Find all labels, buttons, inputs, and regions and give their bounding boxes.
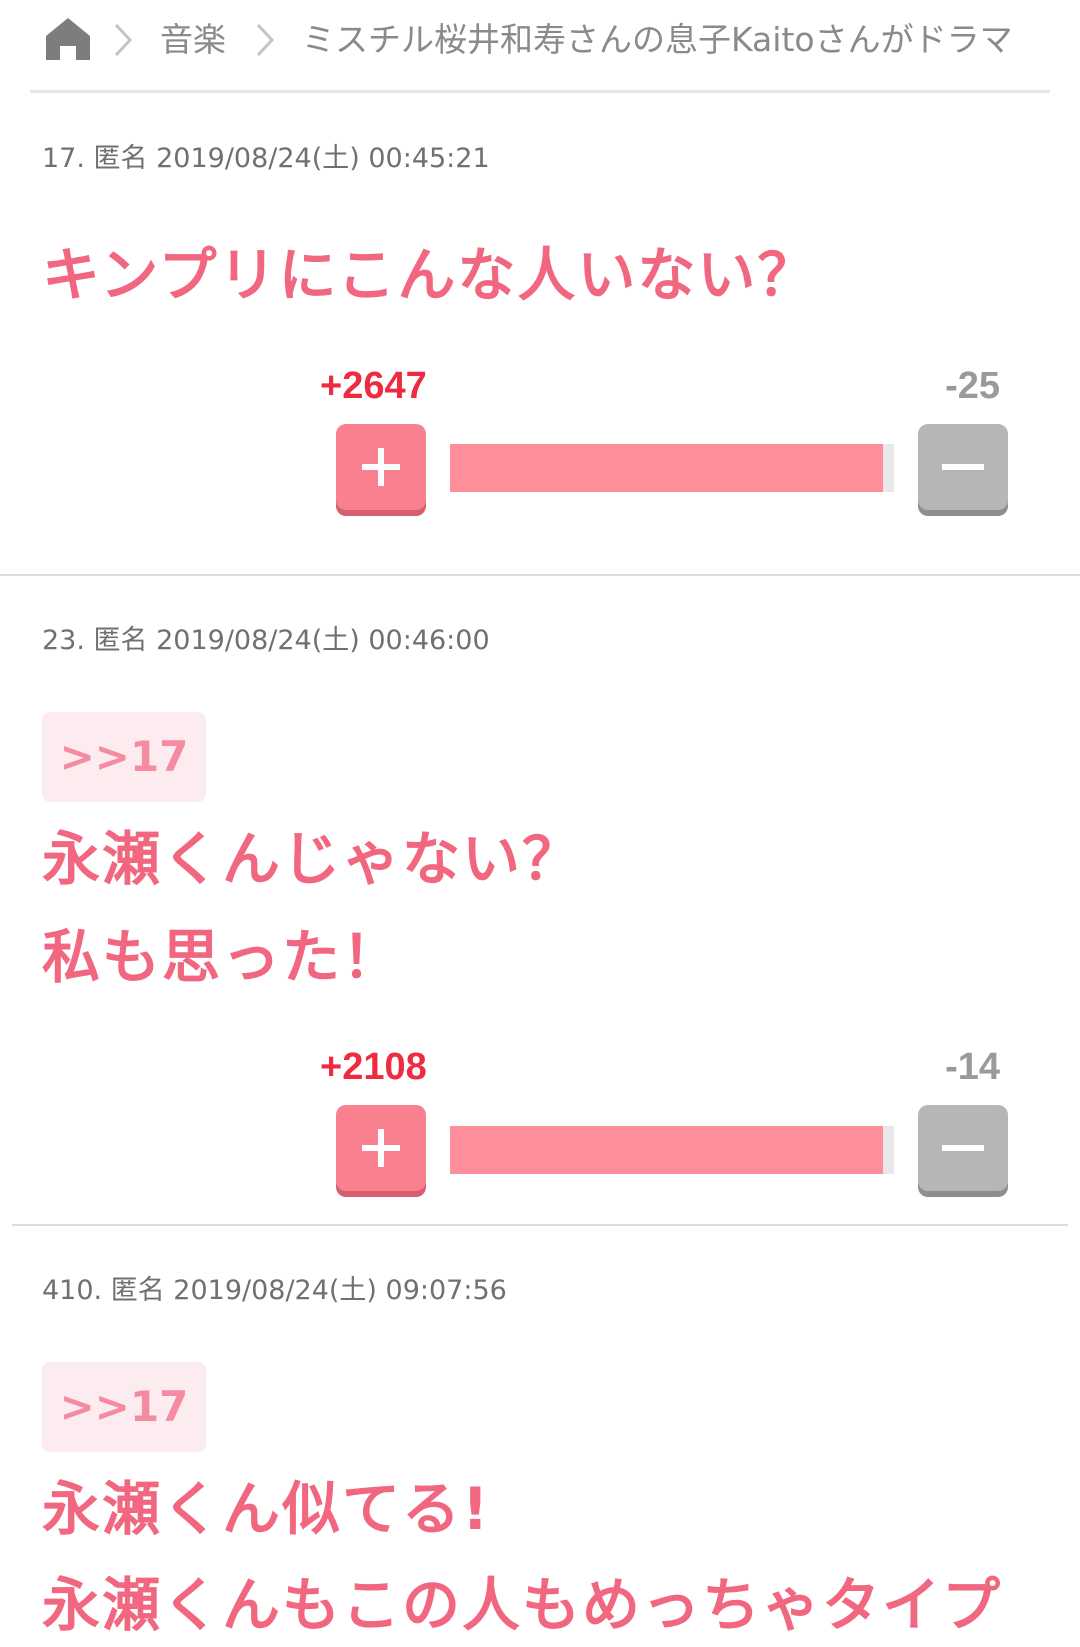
vote-ratio-bar — [450, 444, 894, 492]
comment-body-line: 永瀬くん似てる! — [42, 1475, 491, 1543]
reply-anchor-link[interactable]: >>17 — [42, 712, 206, 802]
breadcrumb: 音楽 ミスチル桜井和寿さんの息子Kaitoさんがドラマ — [0, 0, 1080, 93]
breadcrumb-topic-title[interactable]: ミスチル桜井和寿さんの息子Kaitoさんがドラマ — [302, 16, 1050, 64]
comment-divider — [0, 574, 1080, 576]
breadcrumb-category[interactable]: 音楽 — [160, 16, 226, 64]
comment-meta: 410. 匿名 2019/08/24(土) 09:07:56 — [42, 1275, 507, 1306]
comment-body-line: 永瀬くんもこの人もめっちゃタイプ — [42, 1571, 1003, 1639]
plus-count: +2108 — [320, 1046, 427, 1088]
reply-anchor-link[interactable]: >>17 — [42, 1362, 206, 1452]
comment-body-line: キンプリにこんな人いない？ — [42, 241, 818, 309]
vote-ratio-fill — [450, 444, 883, 492]
comment-divider — [12, 1224, 1068, 1226]
minus-vote-button[interactable] — [918, 424, 1008, 510]
home-icon[interactable] — [44, 16, 92, 62]
plus-vote-button[interactable] — [336, 424, 426, 510]
minus-count: -14 — [945, 1046, 1000, 1088]
comment-meta: 17. 匿名 2019/08/24(土) 00:45:21 — [42, 143, 490, 174]
comment-meta: 23. 匿名 2019/08/24(土) 00:46:00 — [42, 625, 490, 656]
plus-vote-button[interactable] — [336, 1105, 426, 1191]
plus-icon — [362, 448, 400, 486]
minus-icon — [942, 1145, 984, 1151]
minus-vote-button[interactable] — [918, 1105, 1008, 1191]
comment-body-line: 永瀬くんじゃない？ — [42, 825, 583, 893]
plus-count: +2647 — [320, 365, 427, 407]
breadcrumb-divider — [30, 90, 1050, 93]
chevron-right-icon — [256, 23, 275, 57]
comment-body-line: 私も思った！ — [42, 923, 403, 991]
plus-icon — [362, 1129, 400, 1167]
chevron-right-icon — [114, 23, 133, 57]
minus-icon — [942, 464, 984, 470]
minus-count: -25 — [945, 365, 1000, 407]
vote-ratio-fill — [450, 1126, 883, 1174]
vote-ratio-bar — [450, 1126, 894, 1174]
